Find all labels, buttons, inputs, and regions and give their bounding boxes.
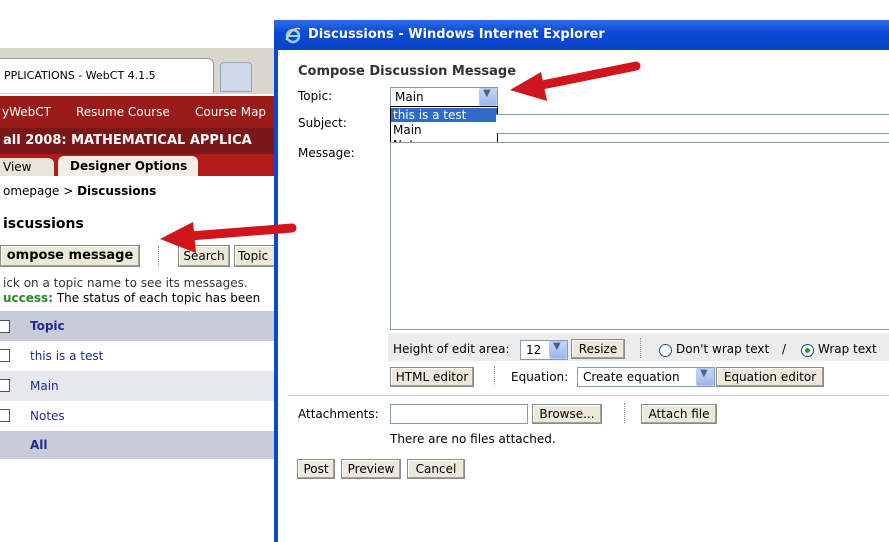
annotation-layer xyxy=(160,61,641,253)
arrow-annotation-icon xyxy=(510,61,641,101)
arrow-annotation-icon xyxy=(160,222,297,253)
